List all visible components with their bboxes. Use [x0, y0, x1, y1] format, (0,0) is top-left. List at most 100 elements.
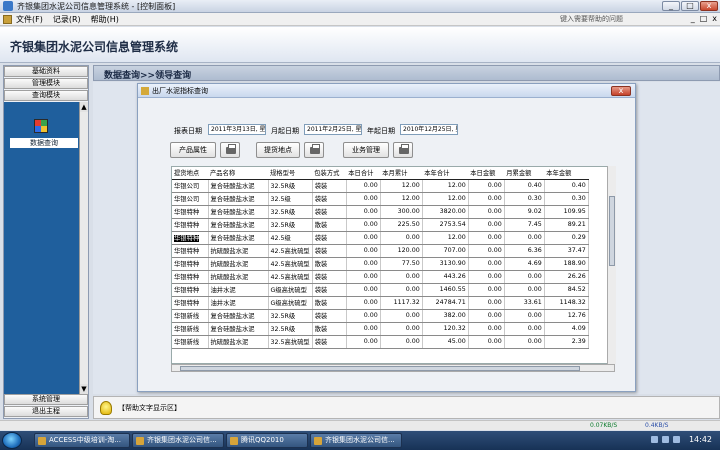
table-cell[interactable]: 袋装	[312, 205, 347, 219]
table-cell[interactable]: 0.00	[346, 270, 381, 284]
table-cell[interactable]: 0.30	[504, 192, 545, 206]
business-mgmt-button[interactable]: 业务管理	[343, 142, 389, 158]
table-cell[interactable]: 复合硅酸盐水泥	[208, 205, 269, 219]
table-cell[interactable]: 12.00	[422, 231, 469, 245]
table-cell[interactable]: 0.00	[468, 231, 505, 245]
table-cell[interactable]: 3820.00	[422, 205, 469, 219]
table-cell[interactable]: 袋装	[312, 283, 347, 297]
table-cell[interactable]: 120.32	[422, 322, 469, 336]
print-site-button[interactable]	[304, 142, 324, 158]
table-row[interactable]: 华银特种 复合硅酸盐水泥 32.5R级 散装 0.00 225.50 2753.54 0.00…	[172, 218, 589, 232]
taskbar-item-qq[interactable]: 腾讯QQ2010	[226, 433, 308, 448]
table-cell[interactable]: 抗硫酸盐水泥	[208, 270, 269, 284]
table-row[interactable]: 华银新线 复合硅酸盐水泥 32.5R级 散装 0.00 0.00 120.32 0.00 0.0…	[172, 322, 589, 336]
table-cell[interactable]: 12.00	[422, 179, 469, 193]
menu-help[interactable]: 帮助(H)	[91, 14, 119, 25]
table-cell[interactable]: 42.5高抗硫型	[268, 257, 313, 271]
table-cell[interactable]: 油井水泥	[208, 283, 269, 297]
year-start-field[interactable]: 2010年12月25日, 星	[400, 124, 458, 135]
table-cell[interactable]: 0.00	[346, 335, 381, 349]
table-cell[interactable]: 0.00	[346, 231, 381, 245]
table-cell[interactable]: 0.00	[468, 257, 505, 271]
vscroll-thumb[interactable]	[609, 196, 615, 266]
scroll-down-icon[interactable]: ▼	[80, 384, 88, 394]
table-cell[interactable]: 707.00	[422, 244, 469, 258]
table-cell[interactable]: 0.30	[544, 192, 589, 206]
table-cell[interactable]: 2753.54	[422, 218, 469, 232]
table-cell[interactable]: 32.5R级	[268, 322, 313, 336]
hscroll-thumb[interactable]	[180, 366, 580, 371]
table-cell[interactable]: 4.09	[544, 322, 589, 336]
table-cell[interactable]: 抗硫酸盐水泥	[208, 335, 269, 349]
table-cell[interactable]: 1117.32	[380, 296, 423, 310]
table-vscroll[interactable]	[607, 166, 616, 364]
table-cell[interactable]: 散装	[312, 218, 347, 232]
table-cell[interactable]: G级高抗硫型	[268, 296, 313, 310]
start-button[interactable]	[2, 432, 22, 449]
table-cell[interactable]: 0.00	[346, 257, 381, 271]
table-cell[interactable]: 443.26	[422, 270, 469, 284]
table-row[interactable]: 华银特种 抗硫酸盐水泥 42.5高抗硫型 袋装 0.00 120.00 707.00 0.00…	[172, 244, 589, 258]
table-cell[interactable]: 0.00	[380, 335, 423, 349]
table-cell[interactable]: 42.5高抗硫型	[268, 244, 313, 258]
table-cell[interactable]: 26.26	[544, 270, 589, 284]
table-cell[interactable]: 袋装	[312, 270, 347, 284]
table-cell[interactable]: 0.00	[346, 244, 381, 258]
table-cell[interactable]: 复合硅酸盐水泥	[208, 309, 269, 323]
pickup-site-button[interactable]: 提货地点	[256, 142, 300, 158]
table-cell[interactable]: 0.00	[468, 296, 505, 310]
table-cell[interactable]: 45.00	[422, 335, 469, 349]
table-cell[interactable]: 复合硅酸盐水泥	[208, 179, 269, 193]
table-cell[interactable]: 袋装	[312, 335, 347, 349]
table-cell[interactable]: 散装	[312, 257, 347, 271]
table-cell[interactable]: 12.00	[380, 192, 423, 206]
table-cell[interactable]: 7.45	[504, 218, 545, 232]
taskbar-item-app1[interactable]: 齐银集团水泥公司信...	[132, 433, 224, 448]
table-row[interactable]: 华银新线 抗硫酸盐水泥 32.5高抗硫型 袋装 0.00 0.00 45.00 0.00 0.0…	[172, 335, 589, 349]
table-cell[interactable]: 32.5R级	[268, 218, 313, 232]
table-cell[interactable]: 0.00	[468, 244, 505, 258]
table-row[interactable]: 华银特种 抗硫酸盐水泥 42.5高抗硫型 袋装 0.00 0.00 443.26 0.00 0.…	[172, 270, 589, 284]
table-cell[interactable]: 382.00	[422, 309, 469, 323]
table-cell[interactable]: 0.00	[380, 322, 423, 336]
scroll-up-icon[interactable]: ▲	[80, 102, 88, 112]
table-cell[interactable]: 33.61	[504, 296, 545, 310]
table-cell[interactable]: 0.00	[504, 283, 545, 297]
table-cell[interactable]: 0.40	[544, 179, 589, 193]
module-label-data-query[interactable]: 数据查询	[10, 138, 78, 148]
table-row[interactable]: 华银特种 抗硫酸盐水泥 42.5高抗硫型 散装 0.00 77.50 3130.90 0.00…	[172, 257, 589, 271]
table-row[interactable]: 华银特种 油井水泥 G级高抗硫型 散装 0.00 1117.32 24784.71 0.00 3…	[172, 296, 589, 310]
table-cell[interactable]: 华银特种	[172, 257, 209, 271]
table-cell[interactable]: 复合硅酸盐水泥	[208, 218, 269, 232]
table-cell[interactable]: 袋装	[312, 231, 347, 245]
table-row[interactable]: 华银公司 复合硅酸盐水泥 32.5R级 袋装 0.00 12.00 12.00 0.00 0.4…	[172, 179, 589, 193]
table-cell[interactable]: 0.40	[504, 179, 545, 193]
table-cell[interactable]: 袋装	[312, 192, 347, 206]
table-cell[interactable]: 0.00	[468, 179, 505, 193]
table-cell[interactable]: 0.00	[380, 283, 423, 297]
table-cell[interactable]: 0.00	[504, 335, 545, 349]
table-cell[interactable]: 华银公司	[172, 192, 209, 206]
table-cell[interactable]: 油井水泥	[208, 296, 269, 310]
table-cell[interactable]: 0.00	[346, 309, 381, 323]
table-cell[interactable]: 华银公司	[172, 179, 209, 193]
table-cell[interactable]: 0.00	[504, 322, 545, 336]
table-cell[interactable]: 89.21	[544, 218, 589, 232]
table-cell[interactable]: 华银新线	[172, 322, 209, 336]
table-row[interactable]: 华银公司 复合硅酸盐水泥 32.5级 袋装 0.00 12.00 12.00 0.00 0.30…	[172, 192, 589, 206]
table-cell[interactable]: 0.00	[504, 270, 545, 284]
table-cell[interactable]: 0.00	[504, 231, 545, 245]
table-cell[interactable]: 109.95	[544, 205, 589, 219]
sidebar-item-system[interactable]: 系统管理	[4, 394, 88, 405]
table-cell[interactable]: 0.00	[468, 192, 505, 206]
table-cell[interactable]: 32.5高抗硫型	[268, 335, 313, 349]
sidebar-item-query[interactable]: 查询模块	[4, 90, 88, 101]
table-cell[interactable]: 6.36	[504, 244, 545, 258]
table-cell[interactable]: 袋装	[312, 309, 347, 323]
sidebar-item-exit[interactable]: 退出主程	[4, 406, 88, 417]
dialog-close-button[interactable]: x	[611, 86, 631, 96]
table-cell[interactable]: 188.90	[544, 257, 589, 271]
table-cell[interactable]: 225.50	[380, 218, 423, 232]
table-cell[interactable]: 12.00	[380, 179, 423, 193]
table-cell[interactable]: 散装	[312, 322, 347, 336]
